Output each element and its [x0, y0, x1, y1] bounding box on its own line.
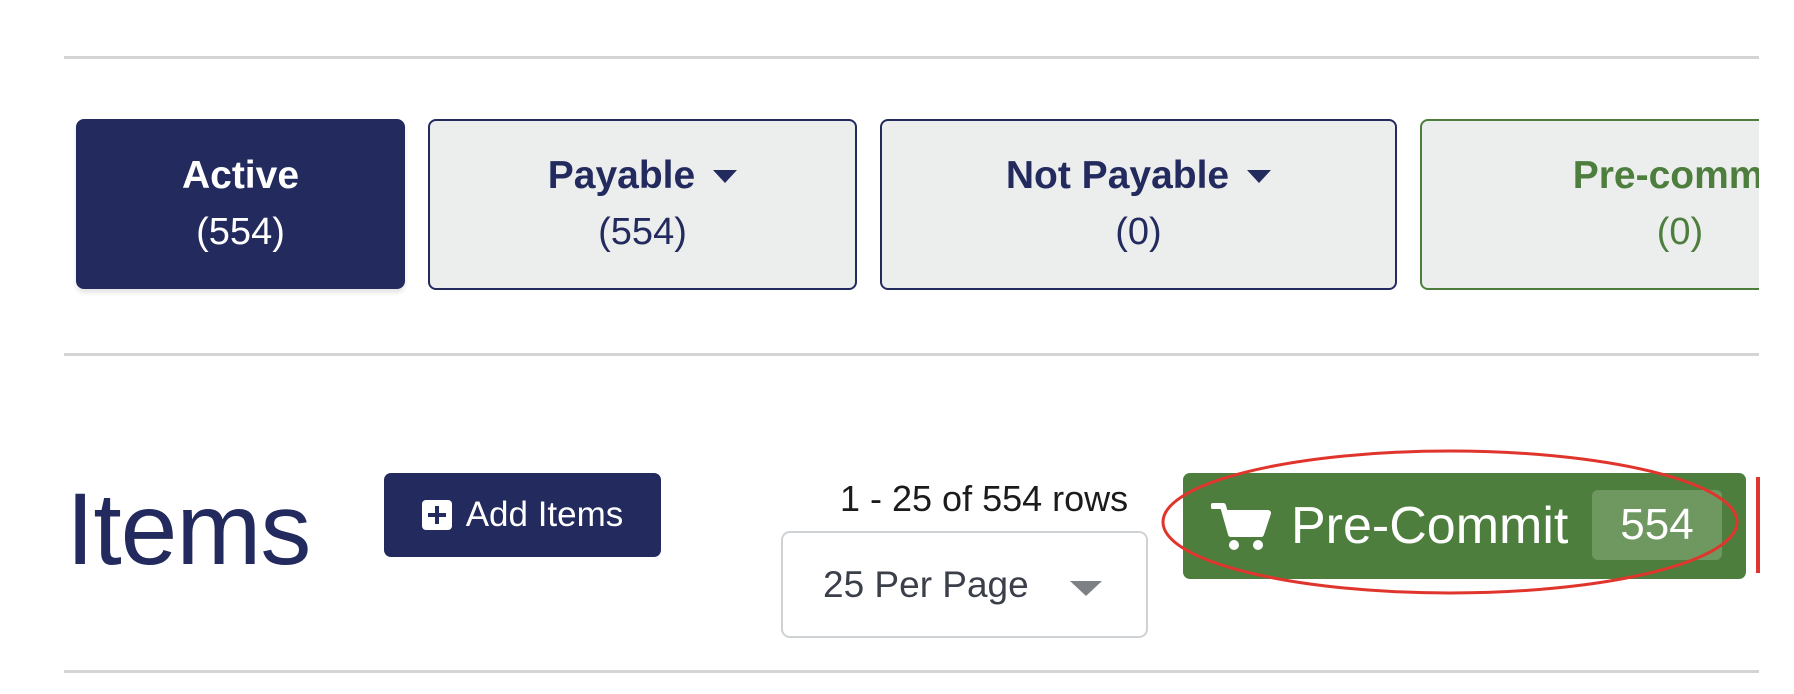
- add-items-label: Add Items: [465, 495, 624, 534]
- filter-tab-payable[interactable]: Payable (554): [428, 119, 857, 290]
- pre-commit-button[interactable]: Pre-Commit 554: [1183, 473, 1746, 579]
- partial-button-edge: [1756, 477, 1760, 573]
- filter-label: Payable: [547, 154, 696, 198]
- middle-divider: [64, 353, 1759, 356]
- pre-commit-count-badge: 554: [1592, 490, 1722, 560]
- add-items-button[interactable]: Add Items: [384, 473, 661, 557]
- per-page-select[interactable]: 25 Per Page: [781, 531, 1148, 638]
- rows-summary: 1 - 25 of 554 rows: [840, 478, 1129, 519]
- shopping-cart-icon: [1211, 503, 1271, 550]
- page-title: Items: [66, 472, 311, 586]
- filter-label: Not Payable: [1005, 154, 1230, 198]
- plus-square-icon: [421, 500, 452, 530]
- filter-count: (0): [1656, 211, 1704, 254]
- filter-count: (0): [1115, 211, 1162, 254]
- filter-label: Active: [181, 153, 300, 197]
- caret-down-icon: [1070, 581, 1102, 596]
- bottom-divider: [64, 670, 1759, 673]
- filter-count: (554): [196, 210, 285, 253]
- filter-tab-active[interactable]: Active (554): [76, 119, 405, 289]
- caret-down-icon: [713, 170, 738, 184]
- filter-count: (554): [598, 211, 687, 254]
- caret-down-icon: [1247, 170, 1272, 184]
- pre-commit-label: Pre-Commit: [1291, 497, 1569, 555]
- filter-tab-not-payable[interactable]: Not Payable (0): [880, 119, 1397, 290]
- filter-tab-pre-commit[interactable]: Pre-commit (0): [1420, 119, 1759, 290]
- filter-label: Pre-commit: [1572, 154, 1759, 198]
- per-page-value: 25 Per Page: [823, 563, 1029, 605]
